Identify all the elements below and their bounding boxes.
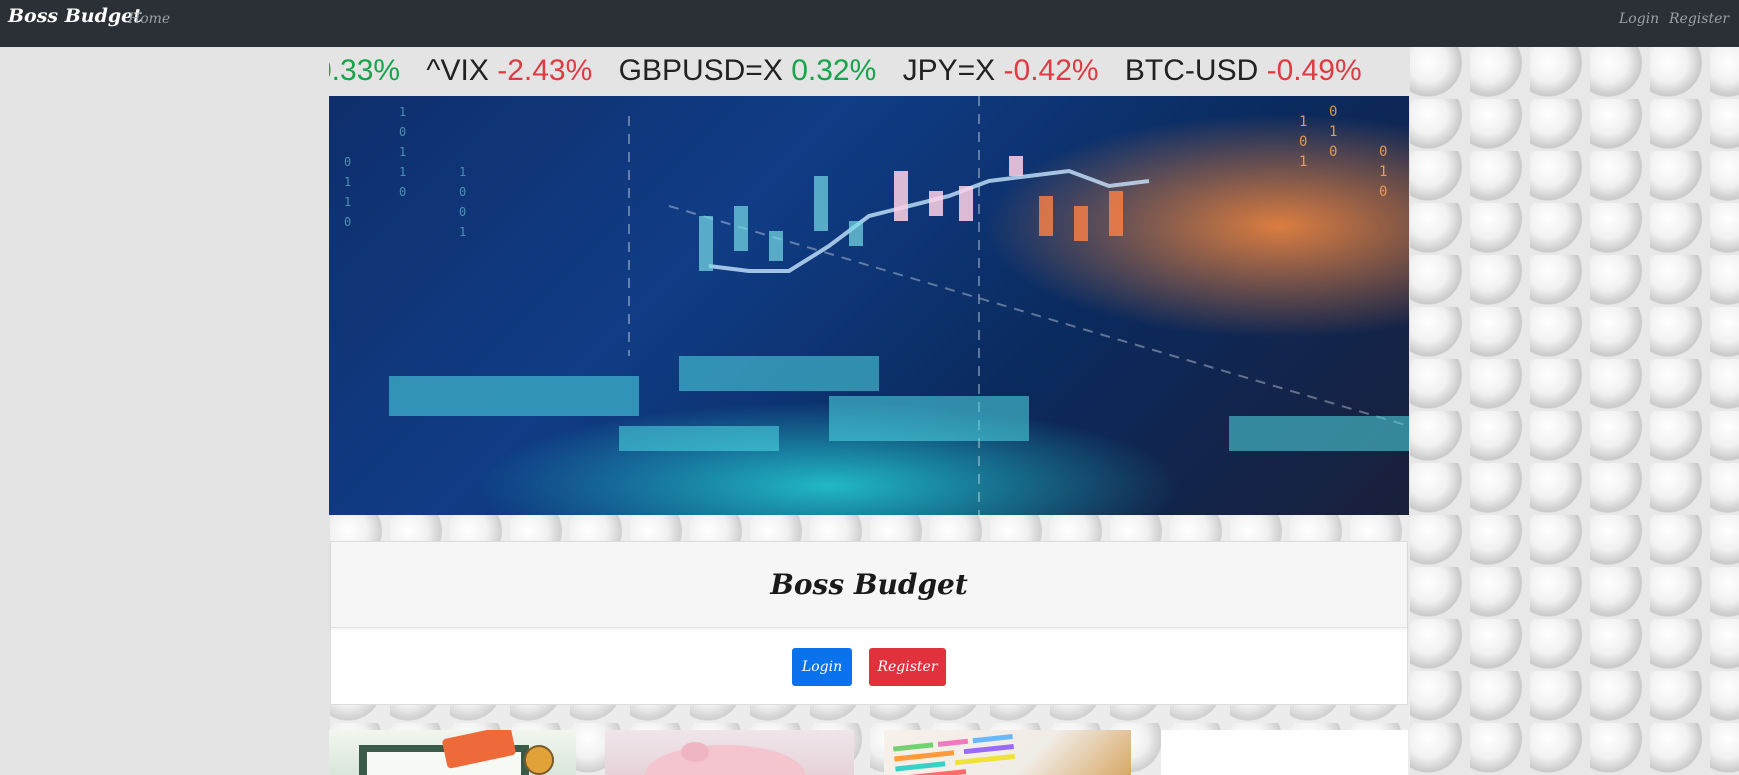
svg-text:1: 1 <box>1379 164 1387 180</box>
payment-card-illustration <box>359 730 554 775</box>
thumbnail-spreadsheet[interactable] <box>884 730 1131 775</box>
nav-register-link[interactable]: Register <box>1669 11 1729 27</box>
thumbnail-piggy-bank[interactable] <box>605 730 854 775</box>
svg-text:0: 0 <box>344 155 351 169</box>
svg-text:0: 0 <box>459 205 466 219</box>
top-navbar: Boss Budget Home Login Register <box>0 0 1739 47</box>
ticker-symbol: BTC-USD <box>1124 54 1259 87</box>
chart-illustration: 1 0 1 1 0 0 1 1 0 1 0 0 1 1 0 1 0 1 0 0 1 0 <box>344 96 1409 515</box>
register-button[interactable]: Register <box>869 648 946 686</box>
login-button[interactable]: Login <box>792 648 852 686</box>
ticker-change: 0.32% <box>791 54 877 87</box>
nav-login-link[interactable]: Login <box>1619 11 1659 27</box>
svg-text:0: 0 <box>1379 184 1387 200</box>
svg-text:1: 1 <box>344 175 351 189</box>
ticker-item: BTC-USD -0.49% <box>1125 48 1362 94</box>
svg-text:1: 1 <box>399 145 406 159</box>
hero-banner-image: 1 0 1 1 0 0 1 1 0 1 0 0 1 1 0 1 0 1 0 0 1 0 <box>329 96 1409 515</box>
svg-text:1: 1 <box>399 165 406 179</box>
welcome-card: Boss Budget Login Register <box>330 541 1408 705</box>
brand-link[interactable]: Boss Budget <box>8 5 142 27</box>
ticker-symbol: ^VIX <box>426 54 489 87</box>
thumbnail-payment-card[interactable] <box>329 730 576 775</box>
ticker-change: 0.33% <box>329 54 401 87</box>
thumbnail-blank[interactable] <box>1161 730 1408 775</box>
piggy-bank-illustration <box>645 742 805 775</box>
svg-text:0: 0 <box>1329 104 1337 120</box>
svg-text:0: 0 <box>399 185 406 199</box>
svg-text:0: 0 <box>1299 134 1307 150</box>
svg-text:0: 0 <box>344 215 351 229</box>
svg-text:1: 1 <box>344 195 351 209</box>
svg-text:0: 0 <box>459 185 466 199</box>
svg-text:1: 1 <box>1299 154 1307 170</box>
svg-text:1: 1 <box>1329 124 1337 140</box>
card-header: Boss Budget <box>331 542 1407 628</box>
ticker-symbol: JPY=X <box>902 54 996 87</box>
svg-text:0: 0 <box>1379 144 1387 160</box>
spreadsheet-illustration <box>893 734 1015 775</box>
nav-home-link[interactable]: Home <box>128 11 170 27</box>
svg-text:0: 0 <box>399 125 406 139</box>
ticker-change: -0.49% <box>1266 54 1362 87</box>
ticker-track: 0.33% ^VIX -2.43% GBPUSD=X 0.32% JPY=X -… <box>329 48 1380 94</box>
svg-text:1: 1 <box>459 225 466 239</box>
hexagon-background-right <box>1410 47 1739 775</box>
svg-text:1: 1 <box>399 105 406 119</box>
svg-text:1: 1 <box>459 165 466 179</box>
card-title: Boss Budget <box>770 568 968 601</box>
ticker-symbol: GBPUSD=X <box>618 54 783 87</box>
ticker-item: GBPUSD=X 0.32% <box>619 48 877 94</box>
svg-text:1: 1 <box>1299 114 1307 130</box>
svg-text:0: 0 <box>1329 144 1337 160</box>
ticker-item: 0.33% <box>329 48 400 94</box>
ticker-change: -2.43% <box>497 54 593 87</box>
stock-ticker: 0.33% ^VIX -2.43% GBPUSD=X 0.32% JPY=X -… <box>329 48 1409 94</box>
ticker-item: JPY=X -0.42% <box>903 48 1099 94</box>
ticker-item: ^VIX -2.43% <box>426 48 592 94</box>
ticker-change: -0.42% <box>1003 54 1099 87</box>
